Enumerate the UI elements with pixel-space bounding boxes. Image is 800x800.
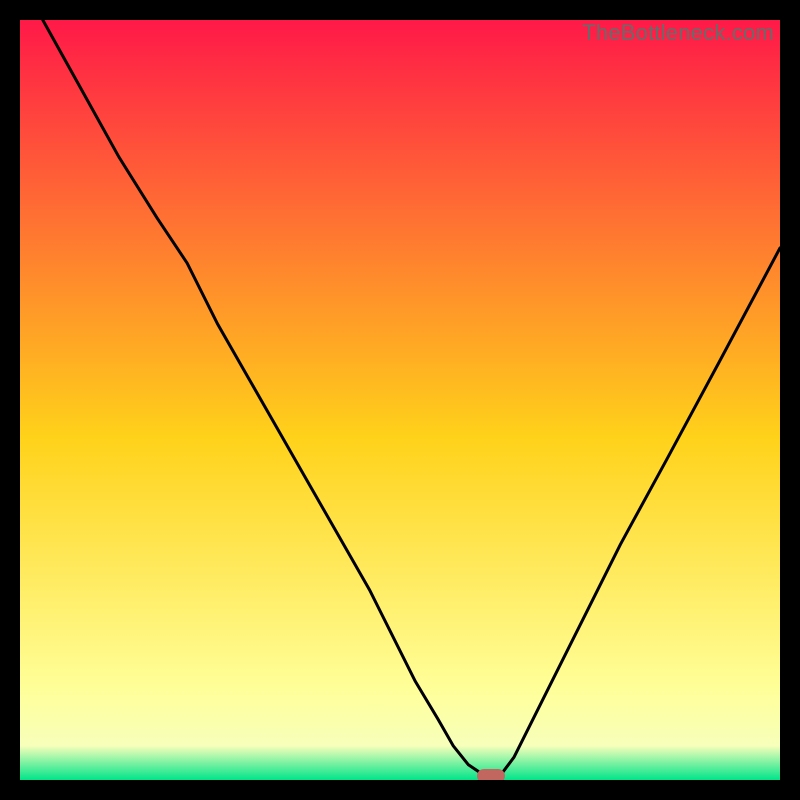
gradient-background: [20, 20, 780, 780]
chart-frame: TheBottleneck.com: [0, 0, 800, 800]
minimum-marker: [477, 769, 505, 780]
watermark-text: TheBottleneck.com: [582, 20, 774, 46]
chart-svg: [20, 20, 780, 780]
plot-area: TheBottleneck.com: [20, 20, 780, 780]
